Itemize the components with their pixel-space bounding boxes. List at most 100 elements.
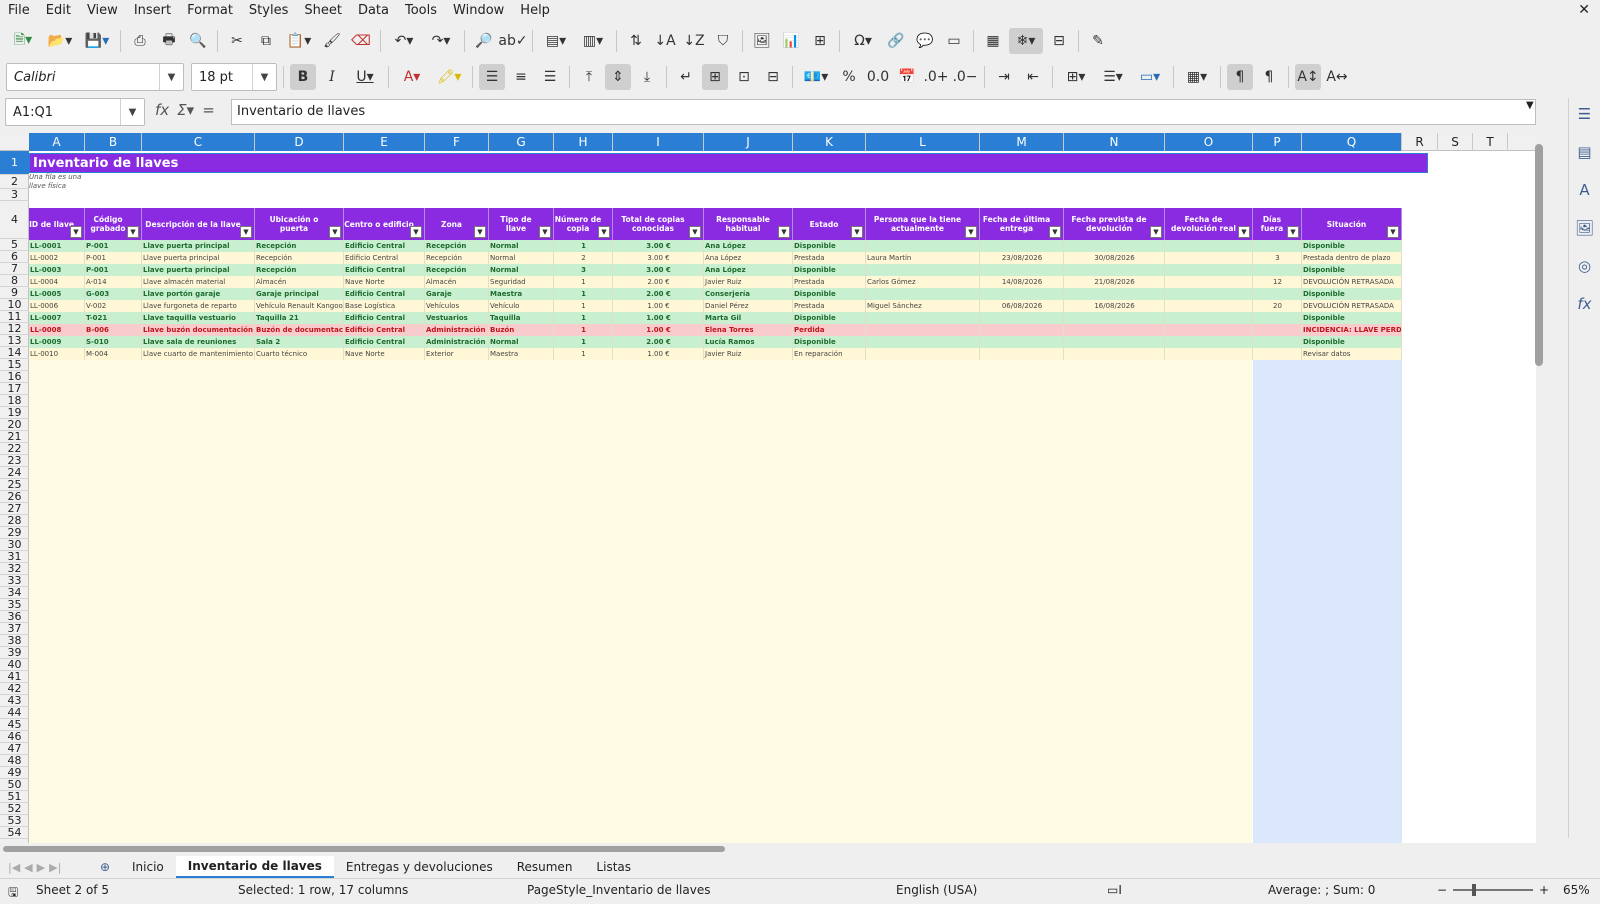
borders-icon[interactable]: ⊞▾ bbox=[1059, 64, 1093, 90]
table-cell[interactable] bbox=[866, 240, 980, 252]
currency-format-icon[interactable]: 💶▾ bbox=[799, 64, 833, 90]
table-cell[interactable]: Llave almacén material bbox=[142, 276, 255, 288]
menu-format[interactable]: Format bbox=[179, 0, 241, 22]
gallery-icon[interactable]: 🖼 bbox=[1573, 216, 1597, 240]
delete-decimal-icon[interactable]: .0− bbox=[952, 64, 978, 90]
autofilter-dropdown-icon[interactable]: ▼ bbox=[1049, 226, 1061, 238]
table-cell[interactable] bbox=[866, 324, 980, 336]
table-cell[interactable]: Llave sala de reuniones bbox=[142, 336, 255, 348]
table-cell[interactable] bbox=[1253, 336, 1302, 348]
autofilter-dropdown-icon[interactable]: ▼ bbox=[1150, 226, 1162, 238]
table-cell[interactable]: Buzón bbox=[489, 324, 554, 336]
table-cell[interactable] bbox=[1165, 300, 1253, 312]
table-cell[interactable]: Laura Martín bbox=[866, 252, 980, 264]
table-cell[interactable]: 14/08/2026 bbox=[980, 276, 1064, 288]
table-cell[interactable]: Ana López bbox=[704, 264, 793, 276]
table-cell[interactable]: Taquilla bbox=[489, 312, 554, 324]
table-cell[interactable]: Llave taquilla vestuario bbox=[142, 312, 255, 324]
menu-insert[interactable]: Insert bbox=[126, 0, 179, 22]
table-cell[interactable]: Recepción bbox=[425, 264, 489, 276]
table-cell[interactable]: Javier Ruiz bbox=[704, 348, 793, 360]
border-color-icon[interactable]: ▭▾ bbox=[1133, 64, 1167, 90]
table-cell[interactable] bbox=[1165, 264, 1253, 276]
border-style-icon[interactable]: ☰▾ bbox=[1096, 64, 1130, 90]
table-header-cell[interactable]: Descripción de la llave ▼ bbox=[142, 208, 255, 240]
menu-sheet[interactable]: Sheet bbox=[296, 0, 350, 22]
undo-icon[interactable]: ↶▾ bbox=[387, 28, 421, 54]
table-cell[interactable]: 2.00 € bbox=[613, 288, 704, 300]
table-cell[interactable]: 2.00 € bbox=[613, 276, 704, 288]
zoom-level[interactable]: 65% bbox=[1563, 883, 1590, 897]
table-header-cell[interactable]: Total de copias conocidas ▼ bbox=[613, 208, 704, 240]
table-cell[interactable] bbox=[1064, 264, 1165, 276]
table-cell[interactable]: 1.00 € bbox=[613, 300, 704, 312]
autofilter-dropdown-icon[interactable]: ▼ bbox=[539, 226, 551, 238]
formula-input[interactable]: Inventario de llaves bbox=[231, 99, 1536, 125]
table-cell[interactable]: 06/08/2026 bbox=[980, 300, 1064, 312]
table-cell[interactable]: Maestra bbox=[489, 348, 554, 360]
table-cell[interactable]: 21/08/2026 bbox=[1064, 276, 1165, 288]
table-cell[interactable]: Ana López bbox=[704, 240, 793, 252]
column-header-f[interactable]: F bbox=[425, 133, 489, 151]
menu-view[interactable]: View bbox=[79, 0, 126, 22]
table-cell[interactable]: 1 bbox=[554, 336, 613, 348]
table-row[interactable]: LL-0004 A-014 Llave almacén material Almacé… bbox=[29, 276, 1402, 288]
add-sheet-icon[interactable]: ⊕ bbox=[100, 860, 120, 874]
table-cell[interactable]: 3.00 € bbox=[613, 240, 704, 252]
table-cell[interactable]: Exterior bbox=[425, 348, 489, 360]
row-header-1[interactable]: 1 bbox=[0, 151, 29, 175]
sum-status[interactable]: Average: ; Sum: 0 bbox=[1268, 883, 1375, 897]
table-cell[interactable]: Disponible bbox=[793, 288, 866, 300]
sheet-note-cell[interactable]: Una fila es una llave física bbox=[29, 173, 89, 191]
table-cell[interactable] bbox=[1253, 264, 1302, 276]
table-cell[interactable]: Normal bbox=[489, 240, 554, 252]
sum-icon[interactable]: Σ▾ bbox=[177, 101, 194, 119]
table-cell[interactable]: Prestada bbox=[793, 300, 866, 312]
column-header-g[interactable]: G bbox=[489, 133, 554, 151]
table-cell[interactable]: M-004 bbox=[85, 348, 142, 360]
table-cell[interactable] bbox=[980, 312, 1064, 324]
table-cell[interactable]: Maestra bbox=[489, 288, 554, 300]
autofilter-dropdown-icon[interactable]: ▼ bbox=[598, 226, 610, 238]
text-vertical-icon[interactable]: A↔ bbox=[1324, 64, 1350, 90]
new-document-icon[interactable]: 🗎▾ bbox=[6, 28, 40, 54]
table-cell[interactable]: P-001 bbox=[85, 264, 142, 276]
table-row[interactable]: LL-0008 B-006 Llave buzón documentación Buz… bbox=[29, 324, 1402, 336]
table-cell[interactable] bbox=[980, 288, 1064, 300]
open-folder-icon[interactable]: 📂▾ bbox=[43, 28, 77, 54]
chevron-down-icon[interactable]: ▼ bbox=[159, 64, 183, 90]
horizontal-scrollbar[interactable] bbox=[0, 843, 1536, 855]
table-cell[interactable] bbox=[1064, 240, 1165, 252]
clear-formatting-icon[interactable]: ⌫ bbox=[348, 28, 374, 54]
column-header-c[interactable]: C bbox=[142, 133, 255, 151]
menu-edit[interactable]: Edit bbox=[38, 0, 79, 22]
table-cell[interactable]: DEVOLUCIÓN RETRASADA bbox=[1302, 300, 1402, 312]
table-cell[interactable]: 1.00 € bbox=[613, 348, 704, 360]
table-cell[interactable]: LL-0006 bbox=[29, 300, 85, 312]
table-cell[interactable]: Disponible bbox=[793, 312, 866, 324]
table-row[interactable]: LL-0003 P-001 Llave puerta principal Recepc… bbox=[29, 264, 1402, 276]
table-cell[interactable]: Vehículos bbox=[425, 300, 489, 312]
table-cell[interactable]: Normal bbox=[489, 264, 554, 276]
table-cell[interactable]: Edificio Central bbox=[344, 288, 425, 300]
increase-indent-icon[interactable]: ⇥ bbox=[991, 64, 1017, 90]
table-row[interactable]: LL-0006 V-002 Llave furgoneta de reparto Ve… bbox=[29, 300, 1402, 312]
table-cell[interactable]: 1 bbox=[554, 288, 613, 300]
table-header-cell[interactable]: Responsable habitual ▼ bbox=[704, 208, 793, 240]
table-cell[interactable] bbox=[1165, 276, 1253, 288]
sheet-tab-5[interactable]: Listas bbox=[584, 857, 643, 877]
column-header-h[interactable]: H bbox=[554, 133, 613, 151]
function-wizard-icon[interactable]: fx bbox=[155, 101, 169, 119]
table-header-cell[interactable]: Fecha de última entrega ▼ bbox=[980, 208, 1064, 240]
table-cell[interactable] bbox=[980, 348, 1064, 360]
menu-tools[interactable]: Tools bbox=[397, 0, 445, 22]
autofilter-icon[interactable]: ⛉ bbox=[710, 28, 736, 54]
spreadsheet-grid[interactable]: ABCDEFGHIJKLMNOPQRST 1 2 3 4 5 6 7 8 9 10 11 12 13 14… bbox=[0, 133, 1536, 843]
column-header-o[interactable]: O bbox=[1165, 133, 1253, 151]
cell-area[interactable]: Inventario de llaves Una fila es una lla… bbox=[29, 151, 1429, 843]
table-cell[interactable] bbox=[1165, 252, 1253, 264]
table-cell[interactable]: S-010 bbox=[85, 336, 142, 348]
row-header-4[interactable]: 4 bbox=[0, 201, 29, 239]
paste-icon[interactable]: 📋▾ bbox=[282, 28, 316, 54]
table-cell[interactable]: Llave puerta principal bbox=[142, 240, 255, 252]
